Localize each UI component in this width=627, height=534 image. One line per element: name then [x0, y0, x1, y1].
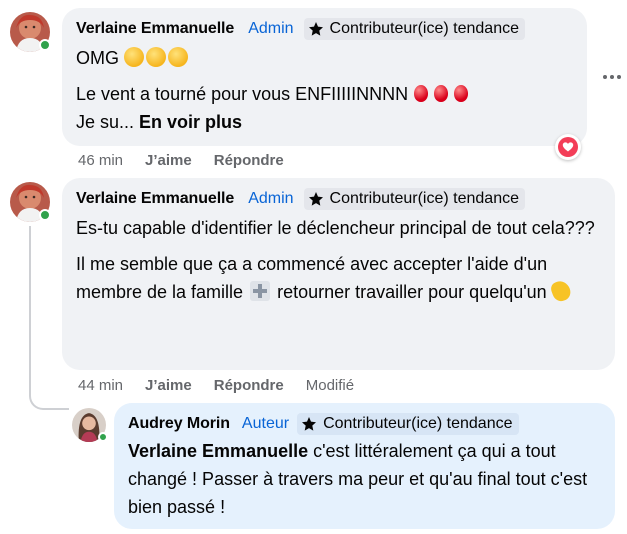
- balloon-emoji: [454, 85, 469, 102]
- author-role: Auteur: [241, 415, 290, 432]
- reply-button[interactable]: Répondre: [214, 377, 284, 394]
- heart-icon: [562, 142, 574, 152]
- partying-face-emoji: [168, 47, 189, 67]
- comment-text: Es-tu capable d'identifier le déclencheu…: [76, 214, 601, 306]
- online-status-dot: [98, 432, 108, 442]
- online-status-dot: [39, 209, 51, 221]
- author-role: Admin: [248, 20, 294, 37]
- like-button[interactable]: J’aime: [145, 152, 192, 169]
- reply-button[interactable]: Répondre: [214, 152, 284, 169]
- comment-thread: Verlaine Emmanuelle Admin Contributeur(i…: [0, 0, 627, 534]
- comment-line-2: Le vent a tourné pour vous ENFIIIIINNNN: [76, 84, 409, 104]
- see-more-link[interactable]: En voir plus: [139, 112, 242, 132]
- heart-reaction-icon[interactable]: [555, 134, 581, 160]
- contributor-badge: Contributeur(ice) tendance: [303, 18, 525, 40]
- more-options-icon[interactable]: [603, 75, 621, 79]
- contributor-badge: Contributeur(ice) tendance: [303, 188, 525, 210]
- reply-author[interactable]: Audrey Morin: [128, 415, 230, 433]
- comment-paragraph-1: Es-tu capable d'identifier le déclencheu…: [76, 218, 595, 238]
- comment-paragraph-2b: retourner travailler pour quelqu'un: [277, 282, 547, 302]
- star-badge-icon: [302, 417, 317, 431]
- comment-actions: 44 min J’aime Répondre Modifié: [78, 377, 376, 394]
- badge-label: Contributeur(ice) tendance: [329, 20, 519, 37]
- badge-label: Contributeur(ice) tendance: [323, 415, 513, 432]
- comment-time[interactable]: 44 min: [78, 377, 123, 394]
- comment-text: OMG Le vent a tourné pour vous ENFIIIIIN…: [76, 44, 573, 136]
- badge-label: Contributeur(ice) tendance: [329, 190, 519, 207]
- avatar-verlaine[interactable]: [10, 182, 51, 222]
- plus-sign-emoji: [250, 281, 271, 301]
- balloon-emoji: [434, 85, 449, 102]
- reply-bubble: Audrey Morin Auteur Contributeur(ice) te…: [114, 403, 615, 529]
- comment-line-3: Je su...: [76, 112, 135, 132]
- comment-actions: 46 min J’aime Répondre: [78, 152, 306, 169]
- comment-bubble: Verlaine Emmanuelle Admin Contributeur(i…: [62, 178, 615, 370]
- flushed-face-emoji: [124, 47, 145, 67]
- author-role: Admin: [248, 190, 294, 207]
- comment-time[interactable]: 46 min: [78, 152, 123, 169]
- balloon-emoji: [414, 85, 429, 102]
- like-button[interactable]: J’aime: [145, 377, 192, 394]
- mention-link[interactable]: Verlaine Emmanuelle: [128, 441, 308, 461]
- comment-bubble: Verlaine Emmanuelle Admin Contributeur(i…: [62, 8, 587, 146]
- contributor-badge: Contributeur(ice) tendance: [297, 413, 519, 435]
- star-badge-icon: [308, 22, 323, 36]
- online-status-dot: [39, 39, 51, 51]
- comment-author[interactable]: Verlaine Emmanuelle: [76, 190, 234, 208]
- comment-author[interactable]: Verlaine Emmanuelle: [76, 20, 234, 38]
- avatar-verlaine[interactable]: [10, 12, 51, 52]
- pinched-fingers-emoji: [548, 278, 573, 304]
- star-badge-icon: [308, 192, 323, 206]
- avatar-audrey[interactable]: [72, 408, 108, 442]
- star-struck-emoji: [146, 47, 167, 67]
- comment-line-1: OMG: [76, 48, 119, 68]
- reply-text: Verlaine Emmanuelle c'est littéralement …: [128, 437, 601, 521]
- edited-label: Modifié: [305, 377, 355, 394]
